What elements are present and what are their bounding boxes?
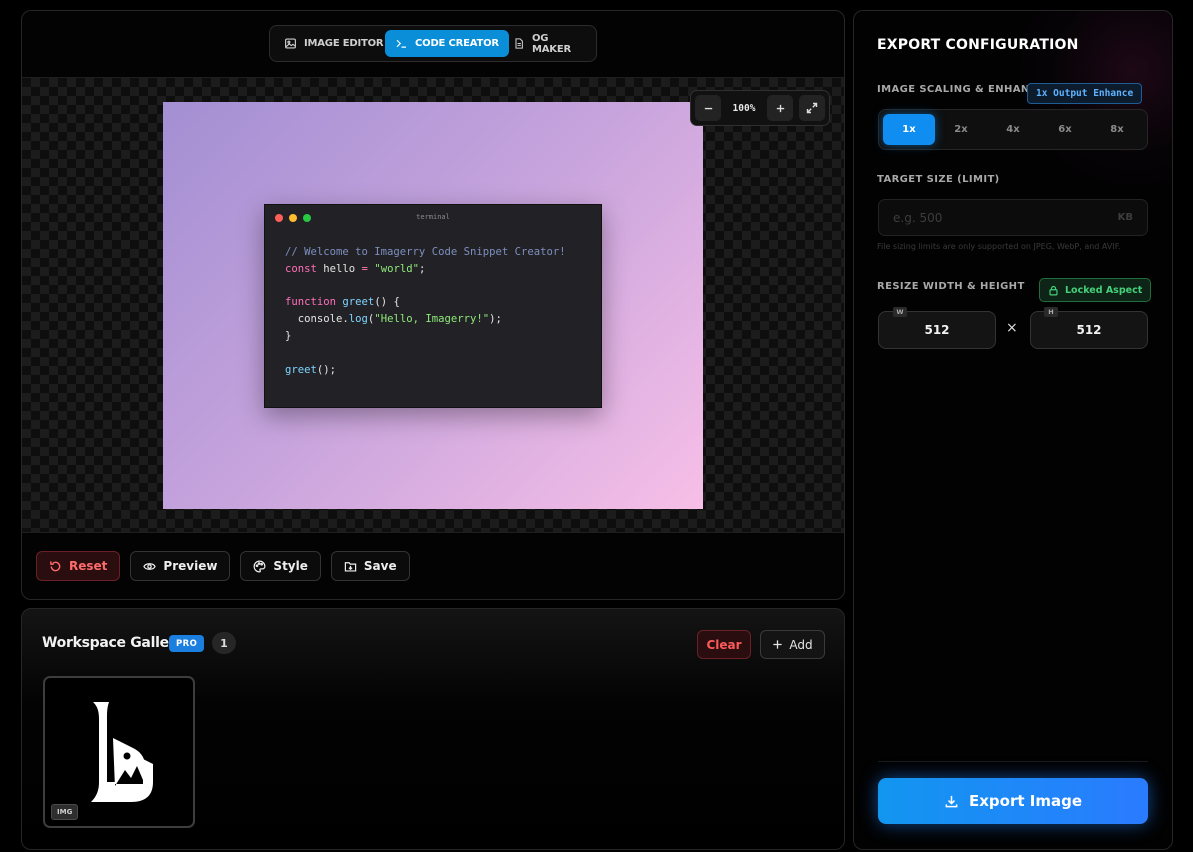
target-size-label: TARGET SIZE (LIMIT) (877, 174, 1000, 185)
canvas-area[interactable]: terminal // Welcome to Imagerry Code Sni… (22, 77, 844, 533)
gallery-count-badge: 1 (212, 632, 236, 654)
tab-code-creator[interactable]: CODE CREATOR (385, 30, 509, 57)
enhance-badge: 1x Output Enhance (1027, 83, 1143, 104)
scaling-label: IMAGE SCALING & ENHANCE (877, 84, 1045, 95)
document-icon (515, 38, 523, 49)
tab-image-editor[interactable]: IMAGE EDITOR (274, 30, 393, 57)
scale-option-4x[interactable]: 4x (987, 114, 1039, 145)
reset-label: Reset (69, 559, 108, 573)
resize-label: RESIZE WIDTH & HEIGHT (877, 281, 1025, 292)
pro-badge: PRO (169, 635, 205, 652)
times-symbol: × (1006, 320, 1018, 336)
target-size-input[interactable] (893, 210, 1093, 225)
save-button[interactable]: Save (330, 551, 410, 581)
style-button[interactable]: Style (240, 551, 321, 581)
editor-panel: IMAGE EDITOR CODE CREATOR OG MAKER termi… (21, 10, 845, 600)
folder-save-icon (344, 561, 357, 572)
terminal-icon (396, 39, 406, 48)
fullscreen-button[interactable] (799, 95, 825, 121)
code-block: // Welcome to Imagerry Code Snippet Crea… (265, 230, 601, 378)
preview-button[interactable]: Preview (130, 551, 231, 581)
code-line: const hello = "world"; (285, 262, 426, 275)
export-image-label: Export Image (969, 792, 1082, 810)
tab-image-editor-label: IMAGE EDITOR (304, 38, 384, 49)
image-type-tag: IMG (51, 804, 79, 820)
image-icon (285, 38, 296, 49)
imagerry-logo (91, 702, 153, 802)
mode-tab-bar: IMAGE EDITOR CODE CREATOR OG MAKER (269, 25, 597, 62)
reset-button[interactable]: Reset (36, 551, 121, 581)
tab-og-maker[interactable]: OG MAKER (503, 30, 596, 57)
minus-icon (704, 107, 712, 109)
plus-icon (773, 640, 782, 649)
scale-option-1x[interactable]: 1x (883, 114, 935, 145)
code-line: } (285, 329, 292, 342)
locked-aspect-label: Locked Aspect (1065, 284, 1143, 296)
save-label: Save (363, 559, 397, 573)
workspace-gallery: Workspace Gallery PRO 1 Clear Add IMG (21, 608, 845, 850)
tab-code-creator-label: CODE CREATOR (415, 38, 499, 49)
expand-icon (806, 102, 818, 114)
scale-option-2x[interactable]: 2x (935, 114, 987, 145)
scale-option-6x[interactable]: 6x (1039, 114, 1091, 145)
scale-selector: 1x 2x 4x 6x 8x (878, 109, 1148, 150)
zoom-level: 100% (732, 102, 756, 114)
export-image-button[interactable]: Export Image (878, 778, 1148, 824)
gallery-thumbnail[interactable]: IMG (43, 676, 195, 828)
download-icon (945, 795, 958, 807)
zoom-in-button[interactable] (767, 95, 793, 121)
kb-unit-label: KB (1117, 212, 1133, 223)
locked-aspect-toggle[interactable]: Locked Aspect (1039, 278, 1152, 302)
preview-label: Preview (163, 559, 218, 573)
export-title: EXPORT CONFIGURATION (877, 37, 1079, 53)
style-label: Style (273, 559, 308, 573)
palette-icon (254, 560, 266, 572)
action-toolbar: Reset Preview Style Save (36, 551, 410, 581)
clear-gallery-button[interactable]: Clear (697, 630, 751, 659)
tab-og-maker-label: OG MAKER (531, 32, 571, 55)
target-size-hint: File sizing limits are only supported on… (877, 242, 1121, 251)
scale-option-8x[interactable]: 8x (1091, 114, 1143, 145)
width-tag: W (893, 307, 907, 317)
terminal-window[interactable]: terminal // Welcome to Imagerry Code Sni… (264, 204, 602, 408)
code-line: greet(); (285, 363, 337, 376)
target-size-field[interactable]: KB (878, 199, 1148, 236)
clear-label: Clear (706, 637, 742, 652)
terminal-title: terminal (416, 213, 450, 221)
footer-divider (878, 761, 1148, 762)
eye-icon (143, 562, 157, 570)
reset-icon (50, 560, 61, 571)
plus-icon (776, 104, 784, 112)
code-line: console.log("Hello, Imagerry!"); (285, 313, 502, 326)
artboard[interactable]: terminal // Welcome to Imagerry Code Sni… (163, 102, 703, 509)
code-line: // Welcome to Imagerry Code Snippet Crea… (285, 246, 566, 258)
height-tag: H (1044, 307, 1058, 317)
export-configuration-panel: EXPORT CONFIGURATION IMAGE SCALING & ENH… (853, 10, 1173, 850)
gallery-title: Workspace Gallery (42, 635, 185, 651)
terminal-titlebar: terminal (265, 205, 601, 230)
add-label: Add (789, 637, 813, 652)
lock-icon (1049, 285, 1058, 295)
zoom-out-button[interactable] (695, 95, 721, 121)
code-line: function greet() { (285, 296, 400, 309)
zoom-control: 100% (690, 90, 830, 126)
add-image-button[interactable]: Add (760, 630, 825, 659)
